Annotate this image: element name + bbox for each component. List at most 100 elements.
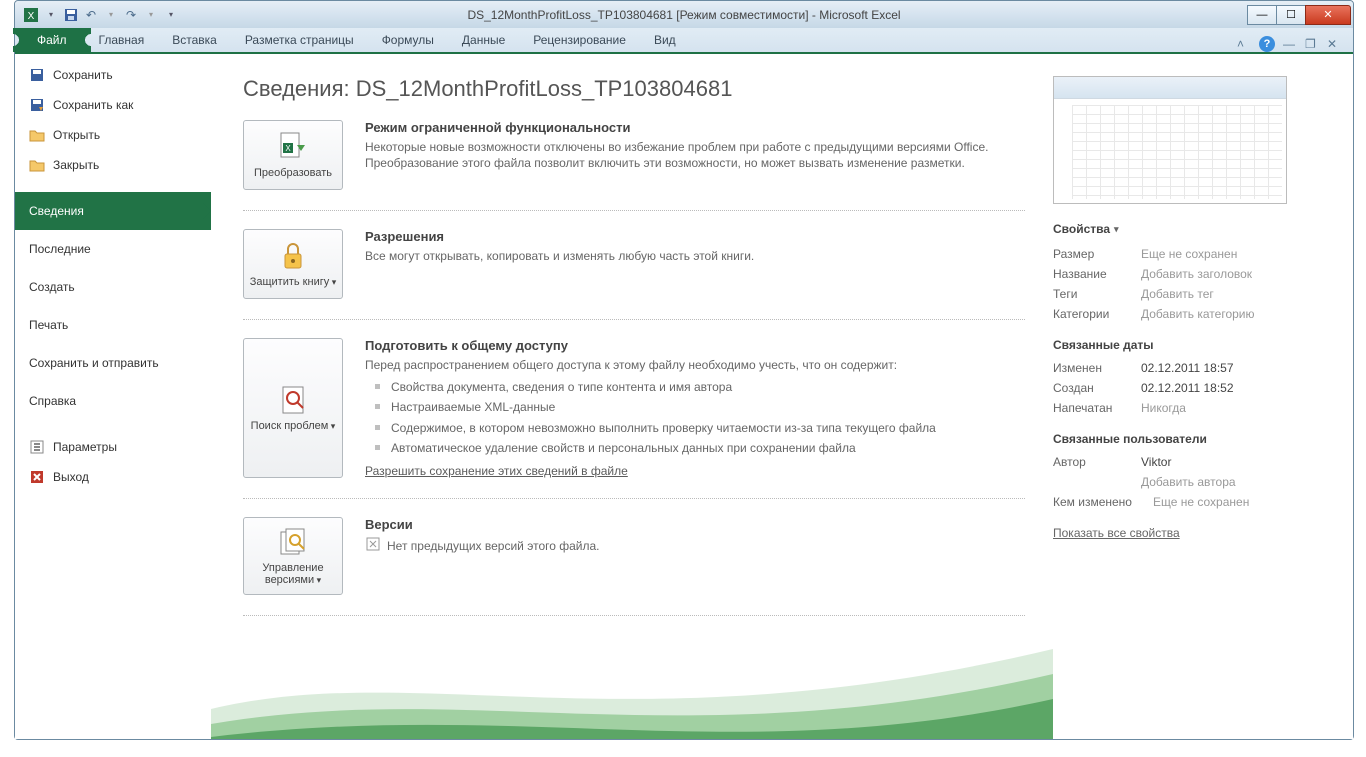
nav-print-label: Печать	[29, 318, 68, 332]
nav-save-send[interactable]: Сохранить и отправить	[15, 344, 211, 382]
manage-versions-button-label: Управление версиями	[248, 562, 338, 586]
prop-cat-val[interactable]: Добавить категорию	[1141, 307, 1255, 321]
nav-exit[interactable]: Выход	[15, 462, 211, 492]
section-prepare: Поиск проблем Подготовить к общему досту…	[243, 338, 1025, 499]
prop-printed-key: Напечатан	[1053, 401, 1141, 415]
nav-save[interactable]: Сохранить	[15, 60, 211, 90]
prepare-heading: Подготовить к общему доступу	[365, 338, 1025, 353]
convert-button-label: Преобразовать	[254, 167, 332, 179]
tab-insert[interactable]: Вставка	[158, 28, 231, 52]
help-icon[interactable]: ?	[1259, 36, 1275, 52]
prop-tags-key: Теги	[1053, 287, 1141, 301]
list-item: Свойства документа, сведения о типе конт…	[365, 377, 1025, 397]
tab-view[interactable]: Вид	[640, 28, 690, 52]
undo-icon[interactable]: ↶	[81, 5, 101, 25]
prop-author-key: Автор	[1053, 455, 1141, 469]
app-icon[interactable]: X	[21, 5, 41, 25]
tab-data[interactable]: Данные	[448, 28, 519, 52]
info-panel: Сведения: DS_12MonthProfitLoss_TP1038046…	[211, 54, 1053, 739]
doc-close-icon[interactable]: ✕	[1327, 37, 1341, 51]
redo-icon[interactable]: ↷	[121, 5, 141, 25]
nav-close-label: Закрыть	[53, 158, 99, 172]
tab-file[interactable]: Файл	[19, 28, 85, 52]
protect-button[interactable]: Защитить книгу	[243, 229, 343, 299]
quick-access-toolbar: X ▾ ↶ ▾ ↷ ▾ ▾	[21, 5, 181, 25]
redo-dropdown-icon[interactable]: ▾	[141, 5, 161, 25]
exit-icon	[29, 469, 45, 485]
doc-restore-icon[interactable]: ❐	[1305, 37, 1319, 51]
tab-pagelayout[interactable]: Разметка страницы	[231, 28, 368, 52]
nav-exit-label: Выход	[53, 470, 89, 484]
nav-help-label: Справка	[29, 394, 76, 408]
list-item: Содержимое, в котором невозможно выполни…	[365, 418, 1025, 438]
nav-print[interactable]: Печать	[15, 306, 211, 344]
section-permissions: Защитить книгу Разрешения Все могут откр…	[243, 229, 1025, 320]
nav-open-label: Открыть	[53, 128, 100, 142]
check-issues-button-label: Поиск проблем	[251, 420, 336, 432]
prop-title-val[interactable]: Добавить заголовок	[1141, 267, 1252, 281]
section-versions: Управление версиями Версии Нет предыдущи…	[243, 517, 1025, 616]
backstage: Сохранить Сохранить как Открыть Закрыть …	[15, 54, 1353, 739]
check-issues-icon	[277, 384, 309, 416]
check-issues-button[interactable]: Поиск проблем	[243, 338, 343, 478]
prop-author-val: Viktor	[1141, 455, 1171, 469]
prop-created-val: 02.12.2011 18:52	[1141, 381, 1234, 395]
ribbon-tabs: Файл Главная Вставка Разметка страницы Ф…	[15, 28, 1353, 54]
minimize-button[interactable]: —	[1247, 5, 1277, 25]
protect-icon	[277, 240, 309, 272]
minimize-ribbon-icon[interactable]: ˄	[1237, 37, 1251, 51]
page-title: Сведения: DS_12MonthProfitLoss_TP1038046…	[243, 76, 1025, 102]
convert-icon: X	[277, 131, 309, 163]
properties-dropdown[interactable]: Свойства	[1053, 222, 1333, 236]
nav-info[interactable]: Сведения	[15, 192, 211, 230]
nav-close-doc[interactable]: Закрыть	[15, 150, 211, 180]
qat-dropdown-icon[interactable]: ▾	[41, 5, 61, 25]
tab-formulas[interactable]: Формулы	[368, 28, 448, 52]
compat-heading: Режим ограниченной функциональности	[365, 120, 1025, 135]
add-author[interactable]: Добавить автора	[1141, 475, 1236, 489]
nav-save-send-label: Сохранить и отправить	[29, 356, 159, 370]
options-icon	[29, 439, 45, 455]
show-all-properties-link[interactable]: Показать все свойства	[1053, 526, 1180, 540]
prop-tags-val[interactable]: Добавить тег	[1141, 287, 1214, 301]
prop-title-key: Название	[1053, 267, 1141, 281]
compat-text: Некоторые новые возможности отключены во…	[365, 139, 1025, 171]
tab-home[interactable]: Главная	[85, 28, 159, 52]
prop-mod-key: Изменен	[1053, 361, 1141, 375]
nav-new[interactable]: Создать	[15, 268, 211, 306]
doc-minimize-icon[interactable]: —	[1283, 37, 1297, 51]
tab-review[interactable]: Рецензирование	[519, 28, 640, 52]
allow-save-link[interactable]: Разрешить сохранение этих сведений в фай…	[365, 464, 628, 478]
nav-open[interactable]: Открыть	[15, 120, 211, 150]
save-as-icon	[29, 97, 45, 113]
versions-text: Нет предыдущих версий этого файла.	[387, 538, 600, 554]
save-icon[interactable]	[61, 5, 81, 25]
svg-text:X: X	[28, 11, 35, 22]
dates-heading: Связанные даты	[1053, 338, 1333, 352]
nav-new-label: Создать	[29, 280, 75, 294]
properties-pane: Свойства РазмерЕще не сохранен НазваниеД…	[1053, 54, 1353, 739]
versions-heading: Версии	[365, 517, 1025, 532]
close-button[interactable]: ✕	[1305, 5, 1351, 25]
undo-dropdown-icon[interactable]: ▾	[101, 5, 121, 25]
nav-options-label: Параметры	[53, 440, 117, 454]
prepare-intro: Перед распространением общего доступа к …	[365, 357, 1025, 373]
svg-text:X: X	[285, 144, 291, 153]
qat-customize-icon[interactable]: ▾	[161, 5, 181, 25]
nav-options[interactable]: Параметры	[15, 432, 211, 462]
document-preview[interactable]	[1053, 76, 1287, 204]
perm-text: Все могут открывать, копировать и изменя…	[365, 248, 1025, 264]
folder-close-icon	[29, 157, 45, 173]
list-item: Настраиваемые XML-данные	[365, 397, 1025, 417]
titlebar: X ▾ ↶ ▾ ↷ ▾ ▾ DS_12MonthProfitLoss_TP103…	[15, 1, 1353, 28]
nav-recent[interactable]: Последние	[15, 230, 211, 268]
nav-save-as[interactable]: Сохранить как	[15, 90, 211, 120]
maximize-button[interactable]: ☐	[1276, 5, 1306, 25]
nav-help[interactable]: Справка	[15, 382, 211, 420]
people-heading: Связанные пользователи	[1053, 432, 1333, 446]
prop-modby-val: Еще не сохранен	[1153, 495, 1249, 509]
convert-button[interactable]: X Преобразовать	[243, 120, 343, 190]
manage-versions-button[interactable]: Управление версиями	[243, 517, 343, 595]
window-controls: — ☐ ✕	[1248, 5, 1351, 25]
nav-save-label: Сохранить	[53, 68, 113, 82]
